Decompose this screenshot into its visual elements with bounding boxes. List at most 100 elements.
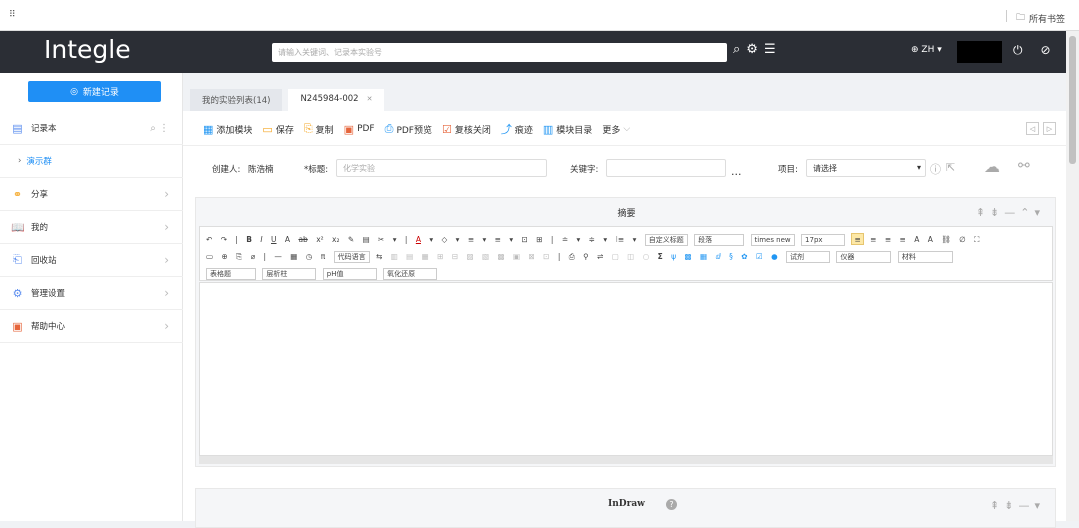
image-icon[interactable]: ▭ bbox=[206, 248, 213, 265]
swap-icon[interactable]: ⇌ bbox=[597, 248, 603, 265]
code-language-select[interactable]: 代码语言 bbox=[333, 251, 370, 263]
bold-icon[interactable]: B bbox=[246, 231, 252, 248]
font-border-icon[interactable]: A bbox=[285, 231, 290, 248]
molecule-icon[interactable]: ✿ bbox=[741, 248, 747, 265]
sidebar-item-demo-group[interactable]: › 演示群 bbox=[0, 145, 183, 178]
italic-icon[interactable]: I bbox=[260, 231, 262, 248]
anchor-icon[interactable]: ⌀ bbox=[251, 248, 256, 265]
formula-icon[interactable]: π bbox=[321, 248, 326, 265]
structure-icon[interactable]: ▩ bbox=[684, 248, 691, 265]
indraw-help-icon[interactable]: ? bbox=[666, 499, 677, 510]
sidebar-item-share[interactable]: ⚭ 分享 › bbox=[0, 178, 183, 211]
copy-button[interactable]: ⎘ 复制 bbox=[304, 122, 334, 136]
spacing-icon[interactable]: ≑ bbox=[589, 231, 595, 248]
notebook-search-icon[interactable]: ⌕ ⋮ bbox=[150, 123, 169, 134]
undo-icon[interactable]: ↶ bbox=[206, 231, 212, 248]
spacing-dropdown-icon[interactable]: ▾ bbox=[603, 231, 607, 248]
paragraph-spacing-dropdown-icon[interactable]: ▾ bbox=[633, 231, 637, 248]
prev-icon[interactable]: ◁ bbox=[1026, 122, 1039, 135]
tab-experiment-list[interactable]: 我的实验列表(14) bbox=[190, 89, 283, 111]
next-icon[interactable]: ▷ bbox=[1043, 122, 1056, 135]
checkbox-icon[interactable]: ☑ bbox=[756, 248, 763, 265]
sidebar-item-notebook[interactable]: ▤ 记录本 ⌕ ⋮ bbox=[0, 112, 183, 145]
page-scrollbar[interactable] bbox=[1066, 31, 1079, 521]
search-icon[interactable]: ⌕ bbox=[733, 42, 740, 57]
font-size-select[interactable]: 17px bbox=[801, 234, 846, 246]
abstract-editor[interactable] bbox=[199, 282, 1053, 456]
export-icon[interactable]: ⇱ bbox=[946, 161, 955, 174]
sigma-icon[interactable]: Σ bbox=[658, 248, 663, 265]
project-help-icon[interactable]: ⓘ bbox=[930, 161, 941, 177]
pdf-button[interactable]: ▣ PDF bbox=[344, 123, 375, 136]
font-select[interactable]: times new bbox=[750, 234, 795, 246]
all-bookmarks[interactable]: 🗀 所有书签 bbox=[1016, 10, 1065, 26]
power-icon[interactable]: ⏻ bbox=[1013, 43, 1023, 58]
superscript-icon[interactable]: x² bbox=[316, 231, 323, 248]
bullet-list-icon[interactable]: ≡ bbox=[495, 231, 501, 248]
date-icon[interactable]: ▦ bbox=[290, 248, 297, 265]
sidebar-item-settings[interactable]: ⚙ 管理设置 › bbox=[0, 277, 183, 310]
close-icon[interactable]: ✕ bbox=[367, 95, 373, 103]
insert-image-icon[interactable]: ⊕ bbox=[221, 248, 227, 265]
uppercase-icon[interactable]: A bbox=[914, 231, 919, 248]
radio-icon[interactable]: ● bbox=[771, 248, 778, 265]
horizontal-rule-icon[interactable]: — bbox=[274, 248, 282, 265]
tab-experiment[interactable]: N245984-002 ✕ bbox=[288, 89, 385, 111]
trace-button[interactable]: ⤴ 痕迹 bbox=[501, 121, 533, 137]
attachment-icon[interactable]: ⎘ bbox=[236, 248, 242, 265]
insert-table-icon[interactable]: ⇆ bbox=[376, 248, 382, 265]
editor-resize-bar[interactable] bbox=[199, 456, 1053, 464]
sidebar-item-recycle[interactable]: ⎗ 回收站 › bbox=[0, 244, 183, 277]
more-button[interactable]: 更多 ⌵ bbox=[602, 123, 630, 136]
ordered-list-icon[interactable]: ≡ bbox=[468, 231, 474, 248]
strikethrough-icon[interactable]: ab bbox=[298, 231, 307, 248]
panel-controls[interactable]: ⇞⇟—▾ bbox=[990, 499, 1045, 512]
fullscreen-icon[interactable]: ⛶ bbox=[974, 231, 979, 248]
column-select[interactable]: 层析柱 bbox=[262, 268, 317, 280]
redo-icon[interactable]: ↷ bbox=[221, 231, 227, 248]
new-record-button[interactable]: ◎ 新建记录 bbox=[28, 81, 161, 102]
reagent-icon[interactable]: § bbox=[729, 248, 733, 265]
gear-icon[interactable]: ⚙ bbox=[746, 42, 758, 57]
list-icon[interactable]: ☰ bbox=[764, 42, 776, 57]
reaction-select[interactable]: 氧化还原 bbox=[383, 268, 438, 280]
time-icon[interactable]: ◷ bbox=[306, 248, 313, 265]
link-icon[interactable]: ⚯ bbox=[1018, 158, 1030, 174]
sample-select[interactable]: 试剂 bbox=[786, 251, 831, 263]
add-module-button[interactable]: ▦ 添加模块 bbox=[203, 123, 252, 136]
outdent-icon[interactable]: ⊞ bbox=[536, 231, 542, 248]
cut-icon[interactable]: ✂ bbox=[378, 231, 384, 248]
scrollbar-thumb[interactable] bbox=[1069, 36, 1076, 164]
line-height-dropdown-icon[interactable]: ▾ bbox=[577, 231, 581, 248]
sidebar-item-help[interactable]: ▣ 帮助中心 › bbox=[0, 310, 183, 343]
table-label-select[interactable]: 表格题 bbox=[206, 268, 256, 280]
underline-icon[interactable]: U bbox=[271, 231, 277, 248]
line-height-icon[interactable]: ≐ bbox=[562, 231, 568, 248]
highlight-dropdown-icon[interactable]: ▾ bbox=[456, 231, 460, 248]
paragraph-spacing-icon[interactable]: ⁝≡ bbox=[616, 231, 625, 248]
unlink-icon[interactable]: ∅ bbox=[959, 231, 966, 248]
font-color-dropdown-icon[interactable]: ▾ bbox=[429, 231, 433, 248]
clear-format-icon[interactable]: ▤ bbox=[363, 231, 370, 248]
pdf-preview-button[interactable]: ⎙ PDF预览 bbox=[385, 122, 432, 136]
paragraph-select[interactable]: 段落 bbox=[694, 234, 745, 246]
paste-icon[interactable]: ▾ bbox=[393, 231, 397, 248]
align-justify-icon[interactable]: ≡ bbox=[900, 231, 906, 248]
bullet-list-dropdown-icon[interactable]: ▾ bbox=[509, 231, 513, 248]
lowercase-icon[interactable]: A bbox=[928, 231, 933, 248]
align-left-icon[interactable]: ≡ bbox=[851, 233, 864, 245]
logo[interactable]: Integle bbox=[44, 35, 131, 64]
apps-icon[interactable]: ⠿ bbox=[9, 10, 16, 20]
font-color-icon[interactable]: A bbox=[416, 231, 421, 248]
link-icon[interactable]: ⛓ bbox=[941, 231, 951, 248]
material-select[interactable]: 材料 bbox=[897, 251, 953, 263]
format-brush-icon[interactable]: ✎ bbox=[348, 231, 354, 248]
chemistry-icon[interactable]: ψ bbox=[671, 248, 676, 265]
title-input[interactable]: 化学实验 bbox=[336, 159, 547, 177]
align-right-icon[interactable]: ≡ bbox=[885, 231, 891, 248]
indent-icon[interactable]: ⊡ bbox=[522, 231, 528, 248]
print-icon[interactable]: ⎙ bbox=[569, 248, 575, 265]
custom-title-select[interactable]: 自定义标题 bbox=[644, 234, 688, 246]
language-switch[interactable]: ⊕ ZH ▾ bbox=[911, 45, 942, 55]
subscript-icon[interactable]: x₂ bbox=[332, 231, 339, 248]
